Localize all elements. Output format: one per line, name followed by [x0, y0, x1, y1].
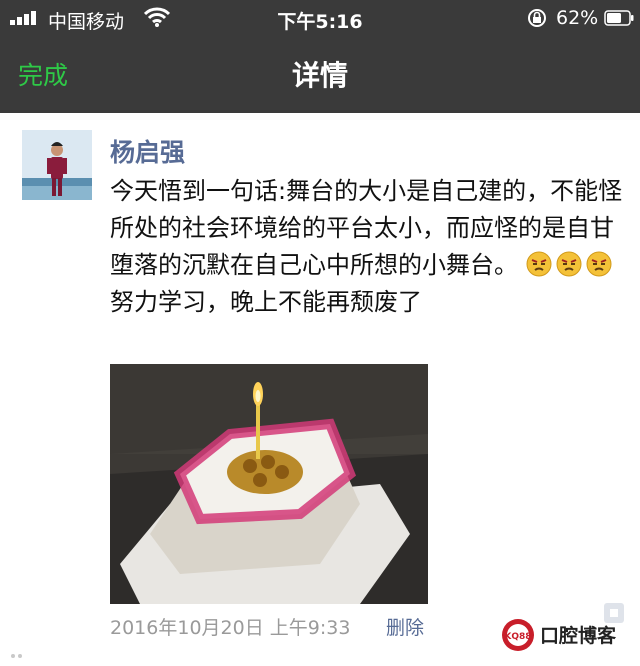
rotation-lock-icon: [528, 9, 546, 27]
watermark: KQ88 口腔博客: [500, 617, 640, 653]
watermark-badge: KQ88: [504, 632, 531, 642]
navigation-bar: 完成 详情: [0, 36, 640, 113]
blog-logo-icon: KQ88: [502, 619, 534, 651]
cake-photo-image: [110, 364, 428, 604]
drag-indicator-icon: [11, 654, 22, 658]
status-bar: 中国移动 下午5:16 62%: [0, 0, 640, 36]
avatar[interactable]: [22, 130, 92, 200]
delete-button[interactable]: 删除: [386, 613, 424, 640]
post-text: 今天悟到一句话:舞台的大小是自己建的，不能怪所处的社会环境给的平台太小，而应怪的…: [110, 173, 630, 321]
battery-percent: 62%: [556, 7, 599, 29]
tired-face-emoji-icon: [526, 251, 552, 277]
post-photo[interactable]: [110, 364, 428, 604]
avatar-photo: [22, 130, 92, 200]
tired-face-emoji-icon: [556, 251, 582, 277]
watermark-text: 口腔博客: [540, 625, 617, 647]
tired-face-emoji-icon: [586, 251, 612, 277]
page-title: 详情: [291, 59, 348, 92]
post-timestamp: 2016年10月20日 上午9:33: [110, 617, 351, 639]
post-text-tail: 努力学习，晚上不能再颓废了: [110, 288, 422, 316]
author-name[interactable]: 杨启强: [110, 133, 185, 169]
top-bar: 中国移动 下午5:16 62% 完成 详情: [0, 0, 640, 113]
battery-icon: [604, 10, 634, 26]
